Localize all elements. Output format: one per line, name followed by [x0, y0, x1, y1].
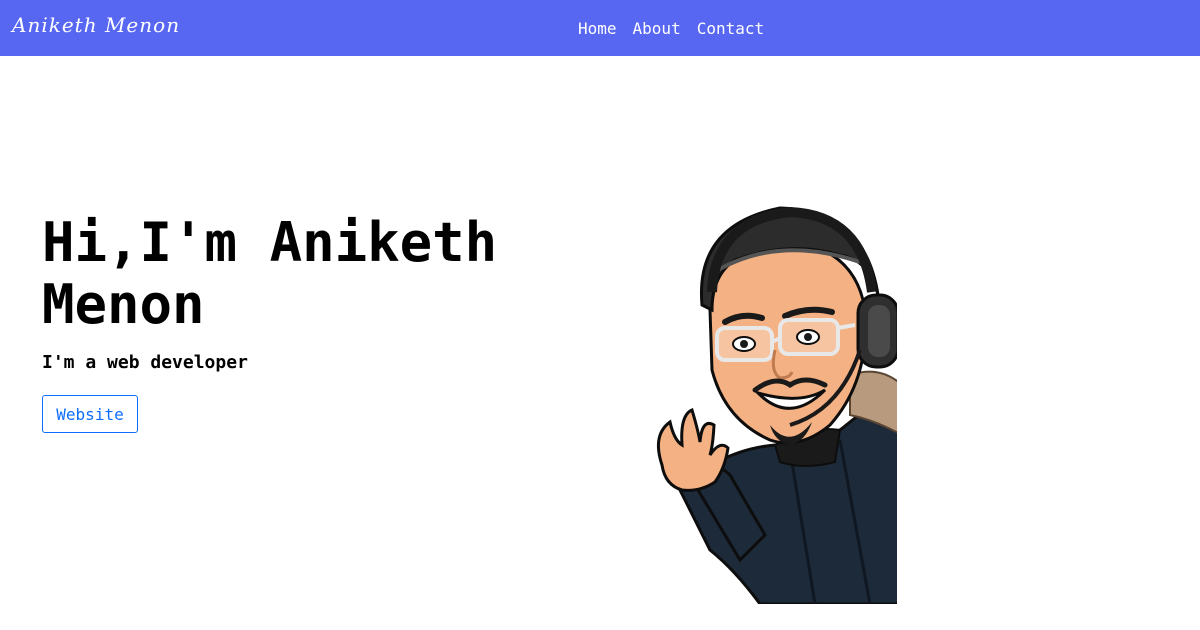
nav-links: Home About Contact — [570, 0, 772, 56]
waving-avatar-image — [656, 206, 897, 604]
nav-link-about[interactable]: About — [625, 19, 689, 38]
brand-logo[interactable]: Aniketh Menon — [12, 13, 180, 37]
nav-link-home[interactable]: Home — [570, 19, 625, 38]
website-button[interactable]: Website — [42, 395, 138, 433]
navbar: Aniketh Menon Home About Contact — [0, 0, 1200, 56]
nav-link-contact[interactable]: Contact — [689, 19, 772, 38]
hero-title: Hi,I'm Aniketh Menon — [42, 211, 498, 336]
avatar-illustration — [640, 200, 898, 604]
hero-subtitle: I'm a web developer — [42, 352, 248, 373]
